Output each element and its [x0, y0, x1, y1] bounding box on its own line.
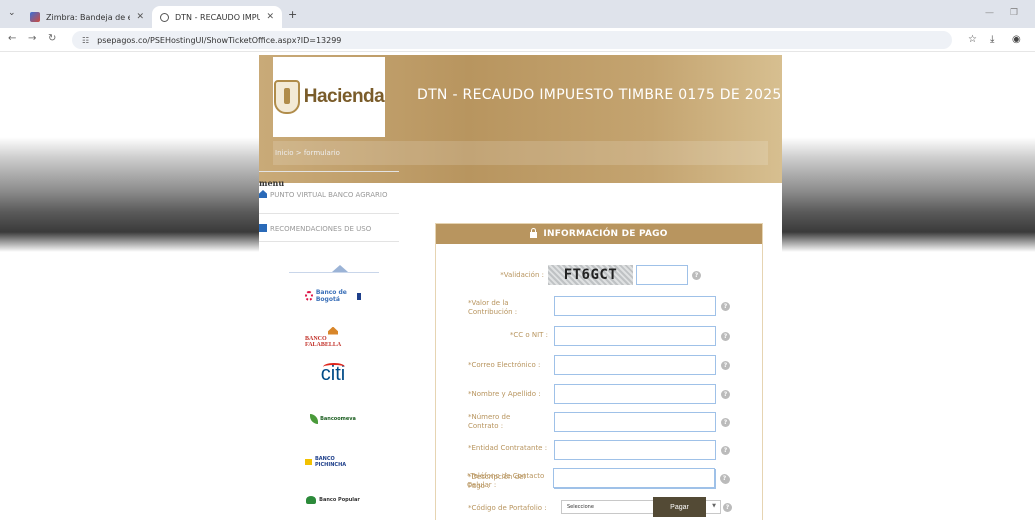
home-icon	[259, 190, 267, 198]
bank-logo-popular[interactable]: Banco Popular	[305, 489, 361, 511]
correo-input[interactable]	[554, 355, 716, 375]
bank-logo-pichincha[interactable]: BANCO PICHINCHA	[305, 451, 361, 473]
bank-logo-citi[interactable]: citi	[305, 363, 361, 385]
bank-name: Bancoomeva	[320, 416, 356, 422]
bank-name: Banco Popular	[319, 497, 360, 503]
help-icon[interactable]: ?	[721, 361, 730, 370]
field-label-portafolio: *Código de Portafolio :	[468, 504, 547, 512]
help-icon[interactable]: ?	[721, 418, 730, 427]
carousel-divider	[289, 272, 379, 273]
forward-arrow-icon[interactable]: →	[28, 33, 36, 44]
bank-logo-bancoomeva[interactable]: Bancoomeva	[305, 408, 361, 430]
bancoomeva-leaf-icon	[310, 414, 319, 424]
help-icon[interactable]: ?	[721, 390, 730, 399]
tab-title: DTN - RECAUDO IMPUESTO TI	[175, 12, 261, 22]
nombre-apellido-input[interactable]	[554, 384, 716, 404]
coat-of-arms-icon	[273, 80, 300, 114]
help-icon[interactable]: ?	[723, 503, 732, 512]
popular-logo-icon	[306, 496, 317, 504]
url-text: psepagos.co/PSEHostingUI/ShowTicketOffic…	[97, 35, 342, 45]
bogota-logo-icon	[305, 291, 313, 301]
cc-nit-input[interactable]	[554, 326, 716, 346]
sidebar-title: menu	[259, 178, 285, 188]
sidebar-item-label: RECOMENDACIONES DE USO	[270, 225, 372, 233]
back-arrow-icon[interactable]: ←	[8, 33, 16, 44]
globe-favicon-icon	[160, 12, 169, 22]
help-icon[interactable]: ?	[721, 446, 730, 455]
breadcrumb[interactable]: Inicio > formulario	[273, 141, 768, 165]
restore-icon[interactable]: ❐	[1010, 8, 1018, 18]
captcha-image: FT6GCT	[548, 265, 633, 285]
falabella-logo-icon	[328, 326, 338, 335]
sidebar-item-punto-virtual[interactable]: PUNTO VIRTUAL BANCO AGRARIO	[259, 190, 399, 200]
tab-title: Zimbra: Bandeja de entrada (2)	[46, 12, 131, 22]
sidebar-divider	[259, 171, 399, 172]
bank-logo-bogota[interactable]: Banco de Bogotá	[305, 285, 361, 307]
minimize-icon[interactable]: —	[985, 8, 994, 18]
sidebar-item-recomendaciones[interactable]: RECOMENDACIONES DE USO	[259, 224, 399, 234]
scroll-up-arrow-icon[interactable]	[332, 265, 348, 272]
url-input[interactable]: ☷ psepagos.co/PSEHostingUI/ShowTicketOff…	[72, 31, 952, 49]
field-label-entidad: *Entidad Contratante :	[468, 444, 548, 452]
close-tab-icon[interactable]: ✕	[136, 12, 144, 22]
new-tab-plus-icon[interactable]: +	[288, 8, 297, 21]
numero-contrato-input[interactable]	[554, 412, 716, 432]
close-tab-icon[interactable]: ✕	[266, 12, 274, 22]
tab-list-chevron-icon[interactable]: ⌄	[8, 8, 16, 18]
bank-name: BANCO PICHINCHA	[314, 456, 347, 468]
sidebar-divider	[259, 241, 399, 242]
tab-zimbra[interactable]: Zimbra: Bandeja de entrada (2) ✕	[22, 6, 152, 28]
captcha-label: *Validación :	[500, 271, 544, 279]
valor-contribucion-input[interactable]	[554, 296, 716, 316]
profile-icon[interactable]: ◉	[1012, 34, 1021, 45]
field-label-nombre: *Nombre y Apellido :	[468, 390, 541, 398]
captcha-input[interactable]	[636, 265, 688, 285]
logo-text: Hacienda	[303, 86, 385, 107]
sidebar-divider	[259, 213, 399, 214]
help-icon[interactable]: ?	[721, 332, 730, 341]
tab-dtn[interactable]: DTN - RECAUDO IMPUESTO TI ✕	[152, 6, 282, 28]
download-icon[interactable]: ⤓	[990, 34, 994, 45]
pay-button[interactable]: Pagar	[653, 497, 706, 517]
reload-icon[interactable]: ↻	[48, 33, 56, 44]
page-viewport: Hacienda DTN - RECAUDO IMPUESTO TIMBRE 0…	[0, 52, 1035, 520]
field-label-contrato: *Número de Contrato :	[468, 413, 511, 430]
zimbra-favicon-icon	[30, 12, 40, 22]
pichincha-logo-icon	[305, 459, 312, 465]
chevron-down-icon: ▼	[712, 503, 716, 509]
hacienda-logo[interactable]: Hacienda	[273, 57, 385, 137]
lock-icon	[530, 228, 538, 238]
citi-arc-icon	[323, 363, 345, 371]
help-icon[interactable]: ?	[721, 302, 730, 311]
bank-logo-falabella[interactable]: BANCO FALABELLA	[305, 326, 361, 348]
field-label-correo: *Correo Electrónico :	[468, 361, 541, 369]
address-bar-row: ← → ↻ ☷ psepagos.co/PSEHostingUI/ShowTic…	[0, 28, 1035, 52]
bogota-square-icon	[356, 292, 361, 300]
header-banner: Hacienda DTN - RECAUDO IMPUESTO TIMBRE 0…	[259, 55, 782, 183]
form-header: INFORMACIÓN DE PAGO	[436, 224, 762, 244]
bookmark-star-icon[interactable]: ☆	[968, 34, 977, 45]
browser-tab-bar: ⌄ Zimbra: Bandeja de entrada (2) ✕ DTN -…	[0, 0, 1035, 28]
bank-name: Banco de Bogotá	[315, 289, 347, 303]
bank-name: BANCO FALABELLA	[305, 335, 342, 348]
help-icon[interactable]: ?	[720, 474, 729, 483]
document-icon	[259, 224, 267, 232]
field-label-telefono: *Teléfono de Contacto Celular :	[467, 472, 545, 489]
entidad-contratante-input[interactable]	[554, 440, 716, 460]
help-icon[interactable]: ?	[692, 271, 701, 280]
form-header-label: INFORMACIÓN DE PAGO	[543, 229, 668, 239]
sidebar-item-label: PUNTO VIRTUAL BANCO AGRARIO	[270, 191, 388, 199]
telefono-input[interactable]	[553, 468, 715, 488]
page-title: DTN - RECAUDO IMPUESTO TIMBRE 0175 DE 20…	[417, 87, 782, 103]
field-label-valor: *Valor de la Contribución :	[468, 299, 518, 316]
site-settings-icon[interactable]: ☷	[82, 36, 89, 45]
field-label-cc-nit: *CC o NIT :	[509, 331, 548, 339]
select-value: Seleccione	[567, 504, 594, 510]
